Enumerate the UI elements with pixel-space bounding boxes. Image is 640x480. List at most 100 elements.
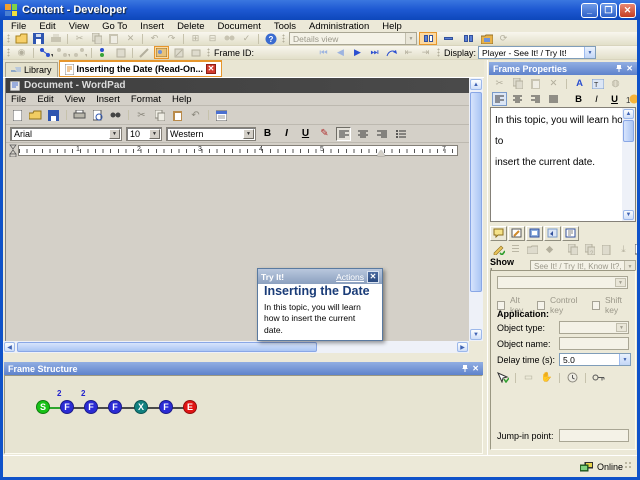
previous-frame-icon[interactable]: ◀ [333, 46, 348, 59]
close-button[interactable]: ✕ [619, 2, 636, 18]
fp-scroll-thumb[interactable] [623, 120, 634, 142]
wp-menu-edit[interactable]: Edit [37, 94, 53, 105]
fp-align-center-icon[interactable] [510, 92, 525, 106]
scroll-down-icon[interactable]: ▼ [470, 329, 482, 340]
folder-icon[interactable] [525, 243, 540, 257]
menu-view[interactable]: View [69, 21, 89, 32]
bubble-properties-icon[interactable] [490, 225, 507, 241]
wp-save-icon[interactable] [46, 108, 61, 122]
vertical-scroll-thumb[interactable] [470, 92, 482, 292]
paste-special-icon[interactable] [599, 243, 614, 257]
zoom-in-icon[interactable]: ⊞ [188, 32, 203, 45]
copy-all-icon[interactable]: ? [582, 243, 597, 257]
wp-paste-icon[interactable] [170, 108, 185, 122]
menu-file[interactable]: File [11, 21, 26, 32]
go-to-frame-icon[interactable] [384, 46, 399, 59]
insert-topic-icon[interactable]: ▾ [38, 46, 53, 59]
open-icon[interactable] [14, 32, 29, 45]
menu-document[interactable]: Document [218, 21, 261, 32]
fp-text-scrollbar[interactable]: ▲ ▼ [622, 108, 635, 221]
wp-bullets-icon[interactable] [393, 127, 408, 141]
scroll-up-icon[interactable]: ▲ [470, 79, 482, 90]
wp-align-right-icon[interactable] [374, 127, 389, 141]
fp-delete-icon[interactable]: ✕ [546, 77, 561, 91]
toolbar-drag-handle[interactable] [282, 34, 285, 43]
cut-icon[interactable]: ✂ [72, 32, 87, 45]
redo-icon[interactable]: ↷ [164, 32, 179, 45]
ruler-strip[interactable]: 1 2 3 4 5 7 [18, 145, 458, 156]
first-frame-icon[interactable]: ⏮ [316, 46, 331, 59]
edit-action-icon[interactable] [137, 46, 152, 59]
previous-topic-icon[interactable]: ⇤ [401, 46, 416, 59]
frame-structure-header[interactable]: Frame Structure ✕ [4, 362, 483, 375]
wp-undo-icon[interactable]: ↶ [188, 108, 203, 122]
key-action-icon[interactable] [591, 371, 606, 385]
fp-copy-icon[interactable] [510, 77, 525, 91]
double-view-button[interactable] [459, 32, 477, 45]
menu-insert[interactable]: Insert [140, 21, 164, 32]
view-mode-dropdown[interactable]: Details view ▼ [289, 32, 417, 45]
bubble-text-icon[interactable] [508, 225, 525, 241]
wordpad-document-area[interactable] [6, 159, 470, 341]
record-icon[interactable]: ◉ [14, 46, 29, 59]
fp-underline-icon[interactable]: U [607, 92, 622, 106]
object-name-input[interactable] [559, 337, 629, 350]
menu-administration[interactable]: Administration [309, 21, 369, 32]
fp-align-justify-icon[interactable] [546, 92, 561, 106]
wp-menu-format[interactable]: Format [131, 94, 161, 105]
fp-align-right-icon[interactable] [528, 92, 543, 106]
horizontal-scroll-thumb[interactable] [17, 342, 317, 352]
print-frame-icon[interactable] [188, 46, 203, 59]
details-view-button[interactable] [419, 32, 437, 45]
wp-find-icon[interactable] [108, 108, 123, 122]
fill-icon[interactable]: ◆ [542, 243, 557, 257]
wp-italic-icon[interactable]: I [279, 127, 294, 141]
wp-font-name-dropdown[interactable]: Arial ▼ [10, 126, 122, 141]
frame-structure-canvas[interactable]: S F 2 F 2 F X F E [4, 375, 483, 454]
pin-icon[interactable] [615, 64, 623, 73]
drag-action-icon[interactable]: ✋ [539, 371, 554, 385]
timer-action-icon[interactable] [565, 371, 580, 385]
fp-italic-icon[interactable]: I [589, 92, 604, 106]
wp-print-preview-icon[interactable] [90, 108, 105, 122]
last-frame-icon[interactable]: ⏭ [367, 46, 382, 59]
minimize-button[interactable]: _ [581, 2, 598, 18]
zoom-out-icon[interactable]: ⊟ [205, 32, 220, 45]
copy-icon[interactable] [89, 32, 104, 45]
right-indent-marker[interactable] [377, 150, 385, 156]
copy-frame-icon[interactable] [113, 46, 128, 59]
fp-font-icon[interactable]: A [572, 77, 587, 91]
wp-bold-icon[interactable]: B [260, 127, 275, 141]
toolbar-drag-handle[interactable] [7, 34, 10, 43]
menu-help[interactable]: Help [382, 21, 402, 32]
wp-menu-insert[interactable]: Insert [96, 94, 120, 105]
close-tab-icon[interactable]: ✕ [206, 64, 217, 74]
toolbar-drag-handle[interactable] [7, 48, 10, 57]
fp-text-properties-icon[interactable]: T [590, 77, 605, 91]
scroll-down-icon[interactable]: ▼ [623, 210, 634, 220]
fp-cut-icon[interactable]: ✂ [492, 77, 507, 91]
toolbar-drag-handle[interactable] [207, 48, 210, 57]
frame-node[interactable]: F [60, 400, 74, 414]
preview-frame-icon[interactable] [171, 46, 186, 59]
import-icon[interactable]: ⤓ [616, 243, 631, 257]
display-dropdown[interactable]: Player - See It! / Try It! ▼ [478, 46, 597, 59]
frame-node[interactable]: F [108, 400, 122, 414]
area-action-icon[interactable]: ▭ [521, 371, 536, 385]
refresh-icon[interactable]: ⟳ [496, 32, 511, 45]
find-icon[interactable] [222, 32, 237, 45]
menu-delete[interactable]: Delete [177, 21, 204, 32]
tab-library[interactable]: Library [5, 62, 58, 77]
frame-node-decision[interactable]: X [134, 400, 148, 414]
edit-screenshot-icon[interactable] [154, 46, 169, 59]
indent-markers[interactable] [9, 144, 18, 157]
wp-align-center-icon[interactable] [355, 127, 370, 141]
pin-icon[interactable] [461, 364, 469, 373]
wp-copy-icon[interactable] [152, 108, 167, 122]
insert-frame-icon[interactable]: ▾ [55, 46, 70, 59]
scroll-right-icon[interactable]: ▶ [457, 342, 468, 352]
wp-font-color-icon[interactable]: ✎ [317, 127, 332, 141]
jump-in-input[interactable] [559, 429, 629, 442]
tab-topic-inserting-the-date[interactable]: Inserting the Date (Read-On... ✕ [58, 60, 223, 77]
paste-icon[interactable] [106, 32, 121, 45]
